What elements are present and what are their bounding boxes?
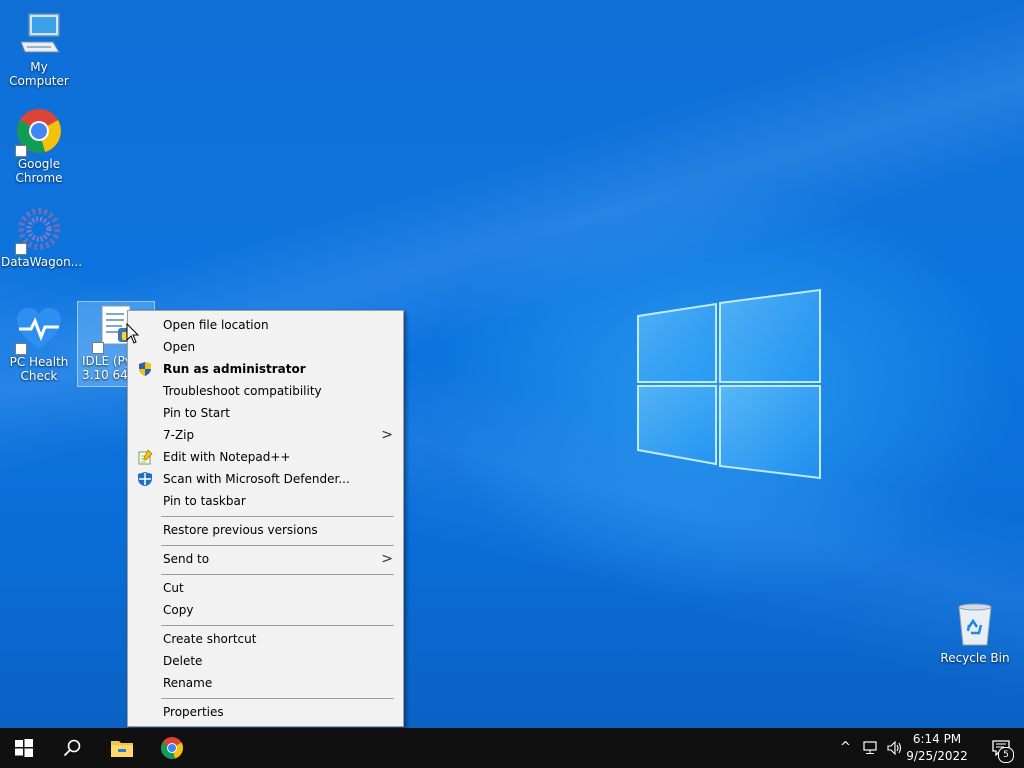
volume-icon: [887, 741, 902, 755]
desktop-icon-datawagon[interactable]: DataWagon...: [1, 205, 83, 269]
computer-icon: [15, 10, 63, 58]
defender-shield-icon: [137, 471, 153, 487]
mouse-cursor-icon: [126, 323, 140, 344]
menu-item-run-as-administrator[interactable]: Run as administrator: [130, 358, 401, 380]
network-button[interactable]: [860, 728, 882, 768]
notepad-plus-plus-icon: [137, 449, 153, 465]
file-explorer-icon: [111, 741, 133, 757]
shortcut-arrow-icon: [15, 243, 27, 255]
windows-logo-wallpaper: [637, 288, 821, 480]
notification-count-badge: 5: [998, 747, 1014, 763]
desktop-icon-label: Google Chrome: [15, 157, 63, 185]
recycle-bin-icon: [951, 601, 999, 649]
menu-item-open-file-location[interactable]: Open file location: [130, 314, 401, 336]
menu-item-rename[interactable]: Rename: [130, 672, 401, 694]
network-icon: [863, 741, 877, 754]
menu-separator: [161, 574, 394, 575]
notification-center-button[interactable]: 5: [978, 728, 1024, 768]
menu-item-pin-to-taskbar[interactable]: Pin to taskbar: [130, 490, 401, 512]
menu-item-open[interactable]: Open: [130, 336, 401, 358]
taskbar-file-explorer[interactable]: [98, 728, 146, 768]
context-menu: Open file location Open Run as administr…: [127, 310, 404, 727]
shortcut-arrow-icon: [92, 342, 104, 354]
shortcut-arrow-icon: [15, 145, 27, 157]
desktop-icon-label: My Computer: [9, 60, 69, 88]
datawagon-icon: [15, 205, 63, 255]
taskbar-clock[interactable]: 6:14 PM 9/25/2022: [902, 731, 972, 765]
menu-separator: [161, 545, 394, 546]
start-button[interactable]: [0, 728, 48, 768]
menu-separator: [161, 516, 394, 517]
menu-item-cut[interactable]: Cut: [130, 577, 401, 599]
windows-start-icon: [15, 739, 33, 757]
menu-item-restore-previous-versions[interactable]: Restore previous versions: [130, 519, 401, 541]
clock-time: 6:14 PM: [912, 732, 962, 746]
menu-item-scan-with-defender[interactable]: Scan with Microsoft Defender...: [130, 468, 401, 490]
uac-shield-icon: [137, 361, 153, 377]
submenu-arrow-icon: >: [381, 551, 393, 567]
desktop-icon-label: PC Health Check: [9, 355, 69, 383]
desktop-icon-recycle-bin[interactable]: Recycle Bin: [937, 601, 1013, 665]
chrome-icon: [161, 737, 183, 759]
submenu-arrow-icon: >: [381, 427, 393, 443]
heart-monitor-icon: [15, 305, 63, 355]
menu-item-troubleshoot-compatibility[interactable]: Troubleshoot compatibility: [130, 380, 401, 402]
desktop-icon-my-computer[interactable]: My Computer: [1, 10, 77, 88]
clock-date: 9/25/2022: [906, 749, 968, 763]
menu-item-send-to[interactable]: Send to >: [130, 548, 401, 570]
shortcut-arrow-icon: [15, 343, 27, 355]
taskbar-chrome[interactable]: [148, 728, 196, 768]
menu-item-properties[interactable]: Properties: [130, 701, 401, 723]
menu-separator: [161, 625, 394, 626]
taskbar: ^ 6:14 PM 9/25/2022 5: [0, 728, 1024, 768]
desktop-icon-label: DataWagon...: [1, 255, 83, 269]
chrome-icon: [15, 107, 63, 157]
search-icon: [63, 739, 81, 757]
menu-item-pin-to-start[interactable]: Pin to Start: [130, 402, 401, 424]
show-hidden-icons-chevron[interactable]: ^: [840, 740, 851, 755]
menu-separator: [161, 698, 394, 699]
desktop-icon-label: Recycle Bin: [940, 651, 1010, 665]
desktop-icon-google-chrome[interactable]: Google Chrome: [1, 107, 77, 185]
search-button[interactable]: [48, 728, 96, 768]
menu-item-copy[interactable]: Copy: [130, 599, 401, 621]
menu-item-edit-with-notepad-plus-plus[interactable]: Edit with Notepad++: [130, 446, 401, 468]
desktop-icon-pc-health-check[interactable]: PC Health Check: [1, 305, 77, 383]
menu-item-delete[interactable]: Delete: [130, 650, 401, 672]
menu-item-7zip[interactable]: 7-Zip >: [130, 424, 401, 446]
menu-item-create-shortcut[interactable]: Create shortcut: [130, 628, 401, 650]
